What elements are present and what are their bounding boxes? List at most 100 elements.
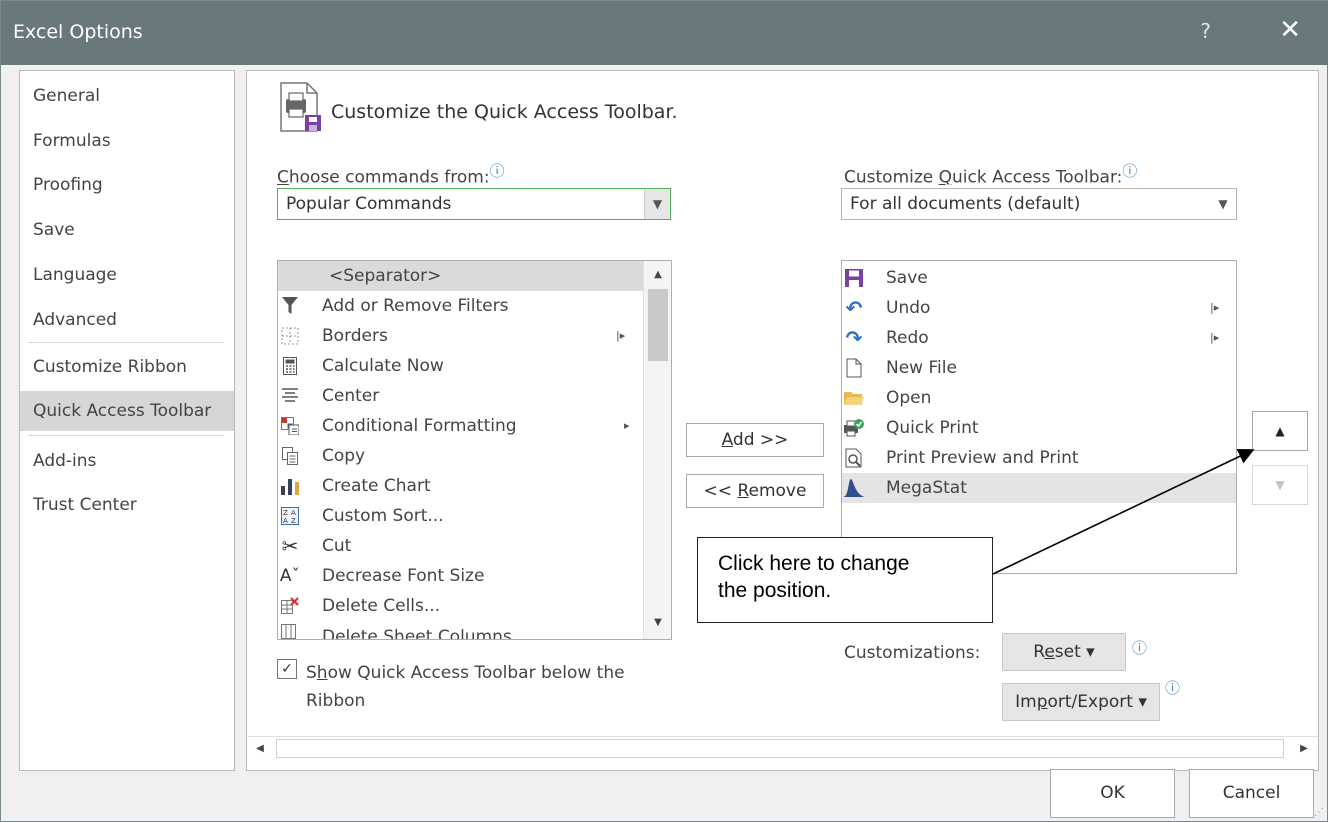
scissors-icon: ✂ xyxy=(281,534,299,558)
list-item[interactable]: Borders |▸ xyxy=(278,321,643,351)
align-center-icon xyxy=(278,381,302,411)
svg-text:A: A xyxy=(291,509,296,517)
chevron-down-icon[interactable]: ▼ xyxy=(1210,189,1236,219)
list-item[interactable]: Add or Remove Filters xyxy=(278,291,643,321)
info-icon[interactable]: ⓘ xyxy=(1132,637,1147,658)
resize-grip-icon[interactable]: ⋰ xyxy=(1314,807,1324,818)
nav-item-general[interactable]: General xyxy=(20,76,234,116)
list-item[interactable]: ZAAZ Custom Sort... xyxy=(278,501,643,531)
borders-icon xyxy=(278,321,302,351)
move-up-button[interactable]: ▲ xyxy=(1252,411,1308,451)
submenu-arrow-icon: ▸ xyxy=(624,419,630,432)
copy-icon xyxy=(278,441,302,471)
list-item[interactable]: ✂ Cut xyxy=(278,531,643,561)
info-icon[interactable]: ⓘ xyxy=(490,162,505,180)
delete-columns-icon xyxy=(278,622,302,639)
show-below-ribbon-checkbox[interactable]: ✓ xyxy=(277,659,297,679)
list-item[interactable]: Quick Print xyxy=(842,413,1236,443)
list-item[interactable]: Create Chart xyxy=(278,471,643,501)
cancel-button[interactable]: Cancel xyxy=(1189,769,1314,818)
scroll-up-icon[interactable]: ▲ xyxy=(644,263,671,287)
nav-item-trust-center[interactable]: Trust Center xyxy=(20,485,234,525)
redo-icon: ↷ xyxy=(845,326,863,350)
submenu-arrow-icon: |▸ xyxy=(1210,331,1220,344)
list-item[interactable]: <Separator> xyxy=(278,261,643,291)
list-item[interactable]: ↷ Redo |▸ xyxy=(842,323,1236,353)
choose-commands-dropdown[interactable]: Popular Commands ▼ xyxy=(277,188,671,220)
show-below-ribbon-label[interactable]: Show Quick Access Toolbar below the Ribb… xyxy=(306,659,625,715)
page-title: Customize the Quick Access Toolbar. xyxy=(331,101,678,123)
scroll-down-icon[interactable]: ▼ xyxy=(644,611,671,635)
chart-icon xyxy=(278,471,302,501)
new-file-icon xyxy=(842,353,866,383)
list-item[interactable]: Aˇ Decrease Font Size xyxy=(278,561,643,591)
list-item-selected[interactable]: MegaStat xyxy=(842,473,1236,503)
excel-options-dialog: Excel Options ? ✕ General Formulas Proof… xyxy=(0,0,1328,822)
choose-commands-value: Popular Commands xyxy=(286,194,452,214)
nav-item-formulas[interactable]: Formulas xyxy=(20,121,234,161)
quick-access-toolbar-icon xyxy=(280,82,321,132)
scroll-left-icon[interactable]: ◀ xyxy=(248,737,272,761)
list-item[interactable]: Open xyxy=(842,383,1236,413)
submenu-arrow-icon: |▸ xyxy=(1210,301,1220,314)
nav-item-advanced[interactable]: Advanced xyxy=(20,300,234,340)
commands-scrollbar[interactable]: ▲ ▼ xyxy=(643,261,671,639)
import-export-button[interactable]: Import/Export ▾ xyxy=(1002,683,1160,721)
list-item[interactable]: Delete Cells... xyxy=(278,591,643,621)
list-item[interactable]: Copy xyxy=(278,441,643,471)
print-preview-icon xyxy=(842,443,866,473)
close-button[interactable]: ✕ xyxy=(1279,15,1301,45)
submenu-arrow-icon: |▸ xyxy=(616,329,626,342)
megastat-icon xyxy=(842,473,866,503)
list-item[interactable]: Calculate Now xyxy=(278,351,643,381)
nav-item-language[interactable]: Language xyxy=(20,255,234,295)
list-item[interactable]: Center xyxy=(278,381,643,411)
quick-print-icon xyxy=(842,413,866,443)
undo-icon: ↶ xyxy=(845,296,863,320)
help-button[interactable]: ? xyxy=(1200,19,1211,43)
ok-button[interactable]: OK xyxy=(1050,769,1175,818)
save-icon xyxy=(842,263,866,293)
list-item[interactable]: Conditional Formatting ▸ xyxy=(278,411,643,441)
callout-annotation: Click here to change the position. xyxy=(697,537,993,623)
decrease-font-icon: Aˇ xyxy=(279,566,301,586)
options-nav: General Formulas Proofing Save Language … xyxy=(19,70,235,771)
move-down-button[interactable]: ▼ xyxy=(1252,465,1308,505)
svg-text:Z: Z xyxy=(291,517,296,525)
nav-item-customize-ribbon[interactable]: Customize Ribbon xyxy=(20,347,234,387)
calculator-icon xyxy=(278,351,302,381)
list-item[interactable]: Print Preview and Print xyxy=(842,443,1236,473)
nav-item-quick-access-toolbar[interactable]: Quick Access Toolbar xyxy=(20,391,234,431)
info-icon[interactable]: ⓘ xyxy=(1165,677,1180,698)
folder-icon xyxy=(842,383,866,413)
nav-divider xyxy=(28,435,224,436)
info-icon[interactable]: ⓘ xyxy=(1122,162,1137,180)
customize-qat-label: Customize Quick Access Toolbar:ⓘ xyxy=(844,162,1138,188)
scroll-right-icon[interactable]: ▶ xyxy=(1292,737,1316,761)
scroll-thumb[interactable] xyxy=(648,289,668,361)
scroll-thumb[interactable] xyxy=(276,739,1284,758)
add-button[interactable]: Add >> xyxy=(686,423,824,457)
qat-content-panel: Customize the Quick Access Toolbar. Choo… xyxy=(246,70,1319,771)
delete-cells-icon xyxy=(278,591,302,621)
conditional-formatting-icon xyxy=(278,411,302,441)
qat-items-list[interactable]: Save ↶ Undo |▸ ↷ Redo |▸ New File Open Q… xyxy=(841,260,1237,574)
horizontal-scrollbar[interactable]: ◀ ▶ xyxy=(248,736,1318,760)
nav-item-add-ins[interactable]: Add-ins xyxy=(20,441,234,481)
list-item[interactable]: New File xyxy=(842,353,1236,383)
commands-list[interactable]: <Separator> Add or Remove Filters Border… xyxy=(277,260,672,640)
customize-qat-value: For all documents (default) xyxy=(850,194,1081,214)
choose-commands-label: Choose commands from:ⓘ xyxy=(277,162,505,188)
reset-button[interactable]: Reset ▾ xyxy=(1002,633,1126,671)
title-bar: Excel Options ? ✕ xyxy=(1,1,1328,65)
list-item[interactable]: ↶ Undo |▸ xyxy=(842,293,1236,323)
nav-item-save[interactable]: Save xyxy=(20,210,234,250)
remove-button[interactable]: << Remove xyxy=(686,474,824,508)
list-item[interactable]: Save xyxy=(842,263,1236,293)
nav-item-proofing[interactable]: Proofing xyxy=(20,165,234,205)
chevron-down-icon[interactable]: ▼ xyxy=(644,189,670,219)
list-item[interactable]: Delete Sheet Columns xyxy=(278,622,643,639)
customize-qat-dropdown[interactable]: For all documents (default) ▼ xyxy=(841,188,1237,220)
svg-text:Z: Z xyxy=(283,509,288,517)
window-title: Excel Options xyxy=(13,21,143,43)
